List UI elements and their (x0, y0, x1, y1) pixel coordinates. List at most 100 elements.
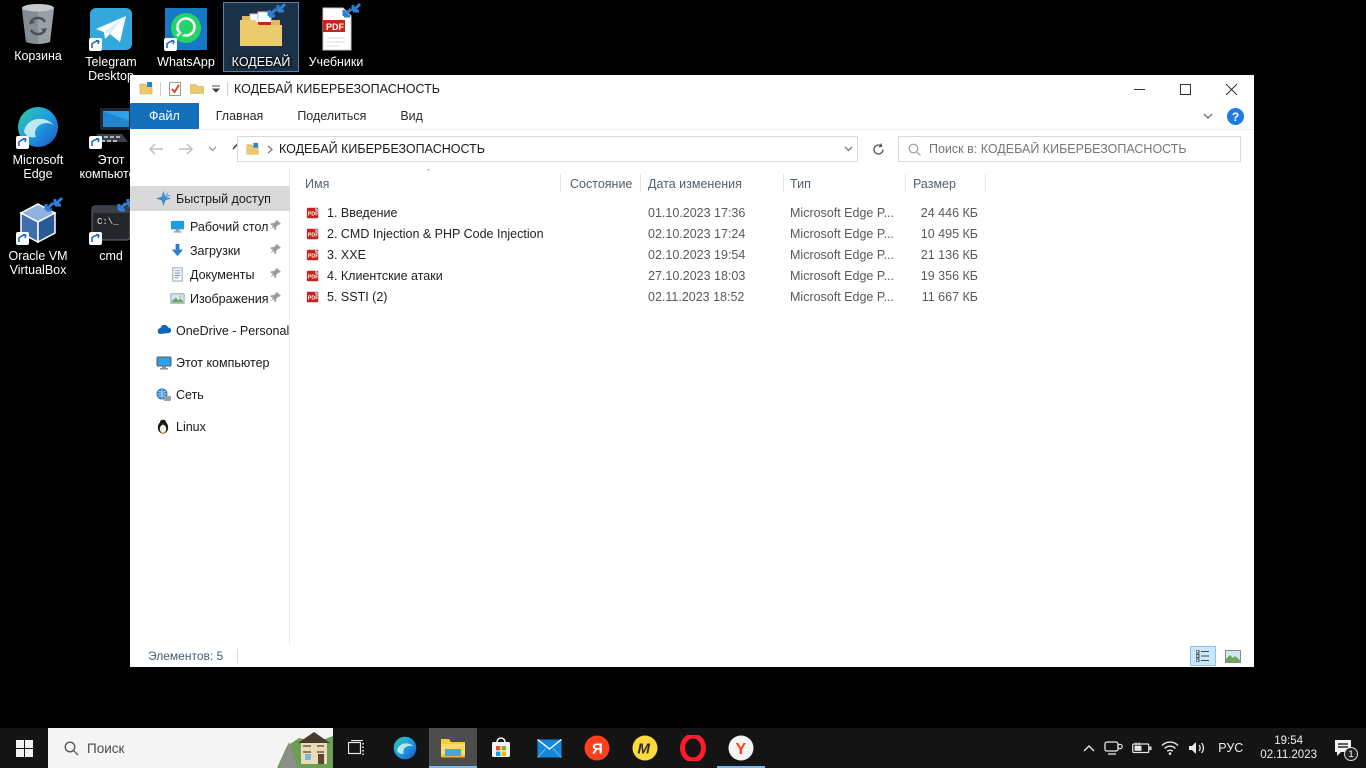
tab-file[interactable]: Файл (130, 103, 199, 129)
task-view-button[interactable] (333, 728, 381, 768)
title-bar[interactable]: КОДЕБАЙ КИБЕРБЕЗОПАСНОСТЬ (130, 75, 1254, 103)
file-name: 1. Введение (327, 206, 398, 220)
sidebar-item-label: Сеть (176, 388, 204, 402)
recent-locations-icon[interactable] (208, 146, 217, 152)
taskbar-clock[interactable]: 19:54 02.11.2023 (1256, 734, 1321, 763)
column-divider[interactable] (985, 174, 986, 192)
file-row[interactable]: PDF 2. CMD Injection & PHP Code Injectio… (290, 224, 1010, 245)
sidebar-item-linux[interactable]: Linux (130, 414, 290, 439)
file-row[interactable]: PDF 4. Клиентские атаки 27.10.2023 18:03… (290, 266, 1010, 287)
taskbar-store-icon[interactable] (477, 728, 525, 768)
pdf-file-icon: PDF (306, 206, 320, 220)
taskbar-m-browser-icon[interactable]: M (621, 728, 669, 768)
file-name: 2. CMD Injection & PHP Code Injection (327, 227, 544, 241)
telegram-icon (88, 6, 134, 52)
column-divider[interactable] (560, 174, 561, 192)
taskbar-search[interactable]: Поиск (48, 728, 333, 768)
shortcut-arrow-icon (16, 232, 29, 245)
new-folder-icon[interactable] (189, 81, 205, 97)
meet-now-icon[interactable] (1104, 740, 1123, 756)
column-header-size[interactable]: Размер (913, 177, 956, 191)
pin-icon (270, 219, 282, 231)
pin-icon (270, 291, 282, 303)
sidebar-item-pictures[interactable]: Изображения (130, 286, 290, 311)
column-header-type[interactable]: Тип (790, 177, 811, 191)
taskbar-yandex-browser-icon[interactable]: Y (717, 728, 765, 768)
quick-access-toolbar (130, 81, 228, 97)
back-icon[interactable] (148, 143, 164, 155)
tray-chevron-icon[interactable] (1083, 744, 1095, 752)
qat-dropdown-icon[interactable] (211, 84, 221, 94)
cmd-icon: C:\_ (88, 200, 134, 246)
sidebar-item-network[interactable]: Сеть (130, 382, 290, 407)
file-row[interactable]: PDF 5. SSTI (2) 02.11.2023 18:52 Microso… (290, 287, 1010, 308)
language-indicator[interactable]: РУС (1214, 741, 1247, 755)
column-divider[interactable] (783, 174, 784, 192)
sidebar-item-downloads[interactable]: Загрузки (130, 238, 290, 263)
close-button[interactable] (1208, 75, 1254, 103)
desktop-icon-edge[interactable]: Microsoft Edge (0, 104, 76, 181)
sidebar-item-onedrive[interactable]: OneDrive - Personal (130, 318, 290, 343)
help-icon[interactable]: ? (1227, 108, 1244, 125)
address-dropdown-icon[interactable] (844, 146, 853, 152)
breadcrumb[interactable]: КОДЕБАЙ КИБЕРБЕЗОПАСНОСТЬ (279, 142, 485, 156)
desktop-icon-label: Microsoft Edge (0, 153, 76, 181)
taskbar-edge-icon[interactable] (381, 728, 429, 768)
sidebar-item-desktop[interactable]: Рабочий стол (130, 214, 290, 239)
clock-date: 02.11.2023 (1260, 748, 1317, 762)
desktop-icon-kodebay[interactable]: КОДЕБАЙ (223, 2, 299, 72)
search-box[interactable]: Поиск в: КОДЕБАЙ КИБЕРБЕЗОПАСНОСТЬ (898, 136, 1241, 162)
details-view-button[interactable] (1190, 646, 1216, 666)
sidebar-item-this-pc[interactable]: Этот компьютер (130, 350, 290, 375)
tab-share[interactable]: Поделиться (280, 103, 383, 129)
shortcut-arrow-icon (89, 232, 102, 245)
start-button[interactable] (0, 728, 48, 768)
ribbon-collapse-icon[interactable] (1203, 113, 1213, 120)
taskbar-explorer-icon[interactable] (429, 728, 477, 768)
forward-icon[interactable] (178, 143, 194, 155)
sidebar-item-quick-access[interactable]: Быстрый доступ (130, 186, 290, 211)
taskbar-search-placeholder: Поиск (87, 741, 124, 756)
desktop-icon-virtualbox[interactable]: Oracle VM VirtualBox (0, 200, 76, 277)
desktop-icon-whatsapp[interactable]: WhatsApp (148, 6, 224, 69)
search-highlight-image[interactable] (277, 728, 333, 768)
battery-icon[interactable] (1132, 742, 1152, 754)
taskbar-mail-icon[interactable] (525, 728, 573, 768)
svg-text:M: M (638, 741, 651, 758)
column-header-name[interactable]: Имя (305, 177, 329, 191)
sidebar-item-documents[interactable]: Документы (130, 262, 290, 287)
minimize-button[interactable] (1116, 75, 1162, 103)
clock-time: 19:54 (1260, 734, 1317, 748)
tab-view[interactable]: Вид (383, 103, 440, 129)
ribbon-right-controls: ? (1203, 103, 1244, 130)
column-divider[interactable] (640, 174, 641, 192)
navigation-pane: Быстрый доступ Рабочий стол Загрузки (130, 168, 290, 645)
divider (160, 82, 161, 96)
volume-icon[interactable] (1188, 741, 1205, 755)
tab-home[interactable]: Главная (199, 103, 281, 129)
pin-icon (270, 243, 282, 255)
notification-badge: 1 (1344, 747, 1358, 761)
breadcrumb-chevron-icon[interactable] (267, 145, 273, 154)
properties-icon[interactable] (167, 81, 183, 97)
desktop-icon-uchebniki[interactable]: PDF Учебники (298, 6, 374, 69)
svg-text:Y: Y (736, 741, 747, 758)
file-row[interactable]: PDF 3. XXE 02.10.2023 19:54 Microsoft Ed… (290, 245, 1010, 266)
thumbnails-view-button[interactable] (1220, 646, 1246, 666)
file-row[interactable]: PDF 1. Введение 01.10.2023 17:36 Microso… (290, 203, 1010, 224)
column-header-modified[interactable]: Дата изменения (648, 177, 742, 191)
refresh-button[interactable] (864, 136, 892, 162)
column-header-status[interactable]: Состояние (570, 177, 632, 191)
taskbar-yandex-icon[interactable]: Я (573, 728, 621, 768)
desktop-icon-recycle-bin[interactable]: Корзина (0, 0, 76, 63)
view-buttons (1190, 646, 1246, 666)
wifi-icon[interactable] (1161, 741, 1179, 755)
pdf-file-icon: PDF (306, 227, 320, 241)
action-center-icon[interactable]: 1 (1330, 735, 1356, 761)
desktop-icon-label: WhatsApp (148, 55, 224, 69)
desktop-icon-telegram[interactable]: Telegram Desktop (73, 6, 149, 83)
column-divider[interactable] (905, 174, 906, 192)
address-bar[interactable]: КОДЕБАЙ КИБЕРБЕЗОПАСНОСТЬ (237, 136, 858, 162)
taskbar-opera-icon[interactable] (669, 728, 717, 768)
maximize-button[interactable] (1162, 75, 1208, 103)
